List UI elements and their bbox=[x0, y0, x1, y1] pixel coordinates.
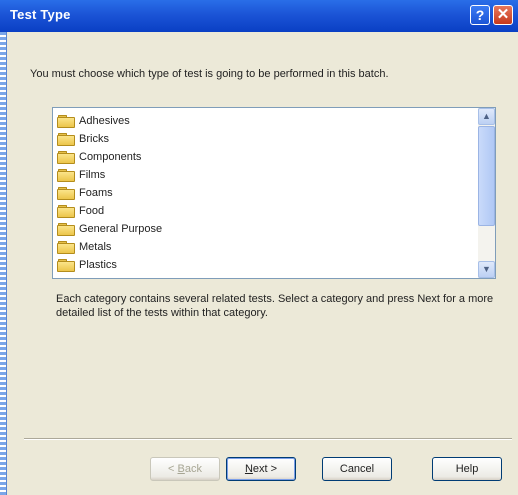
arrow-up-icon: ▲ bbox=[482, 111, 491, 121]
title-bar[interactable]: Test Type ? ✕ bbox=[0, 0, 518, 32]
folder-icon bbox=[57, 205, 75, 218]
help-button[interactable]: Help bbox=[432, 457, 502, 481]
list-item-label: General Purpose bbox=[79, 223, 163, 235]
title-help-button[interactable]: ? bbox=[470, 5, 490, 25]
next-mnemonic: N bbox=[244, 463, 253, 475]
back-rest: ack bbox=[184, 463, 202, 475]
folder-icon bbox=[57, 133, 75, 146]
folder-icon bbox=[57, 223, 75, 236]
back-button[interactable]: < Back bbox=[150, 457, 220, 481]
folder-icon bbox=[57, 151, 75, 164]
list-item-label: Films bbox=[79, 169, 106, 181]
test-type-dialog: Test Type ? ✕ You must choose which type… bbox=[0, 0, 518, 495]
left-edge-strip bbox=[0, 32, 7, 495]
next-rest: ext > bbox=[252, 463, 278, 475]
title-close-button[interactable]: ✕ bbox=[493, 5, 513, 25]
folder-icon bbox=[57, 259, 75, 272]
folder-icon bbox=[57, 169, 75, 182]
back-mnemonic: B bbox=[177, 463, 185, 475]
list-item-label: Adhesives bbox=[79, 115, 130, 127]
folder-icon bbox=[57, 115, 75, 128]
arrow-down-icon: ▼ bbox=[482, 264, 491, 274]
back-prefix: < bbox=[168, 463, 178, 475]
category-listbox[interactable]: Adhesives Bricks Components Films Foams … bbox=[52, 107, 496, 279]
list-item-label: Bricks bbox=[79, 133, 109, 145]
question-mark-icon: ? bbox=[475, 7, 485, 23]
list-item[interactable]: Food bbox=[57, 202, 104, 220]
list-item[interactable]: Metals bbox=[57, 238, 111, 256]
scroll-up-button[interactable]: ▲ bbox=[478, 108, 495, 125]
scroll-down-button[interactable]: ▼ bbox=[478, 261, 495, 278]
folder-icon bbox=[57, 241, 75, 254]
list-item[interactable]: Foams bbox=[57, 184, 113, 202]
list-item[interactable]: Bricks bbox=[57, 130, 109, 148]
vertical-scrollbar[interactable]: ▲ ▼ bbox=[478, 108, 495, 278]
next-button[interactable]: Next > bbox=[226, 457, 296, 481]
cancel-button[interactable]: Cancel bbox=[322, 457, 392, 481]
window-title: Test Type bbox=[10, 7, 71, 22]
instruction-text: You must choose which type of test is go… bbox=[30, 68, 389, 80]
category-description: Each category contains several related t… bbox=[56, 293, 494, 319]
list-item-label: Foams bbox=[79, 187, 113, 199]
list-item-label: Food bbox=[79, 205, 105, 217]
close-icon: ✕ bbox=[496, 6, 510, 23]
list-item[interactable]: Plastics bbox=[57, 256, 117, 274]
list-item-label: Components bbox=[79, 151, 142, 163]
scroll-thumb[interactable] bbox=[478, 126, 495, 226]
list-item[interactable]: Adhesives bbox=[57, 112, 130, 130]
list-item[interactable]: General Purpose bbox=[57, 220, 162, 238]
list-item[interactable]: Films bbox=[57, 166, 105, 184]
button-separator bbox=[24, 438, 512, 440]
list-item-label: Metals bbox=[79, 241, 112, 253]
list-item-label: Plastics bbox=[79, 259, 117, 271]
folder-icon bbox=[57, 187, 75, 200]
list-item[interactable]: Components bbox=[57, 148, 141, 166]
